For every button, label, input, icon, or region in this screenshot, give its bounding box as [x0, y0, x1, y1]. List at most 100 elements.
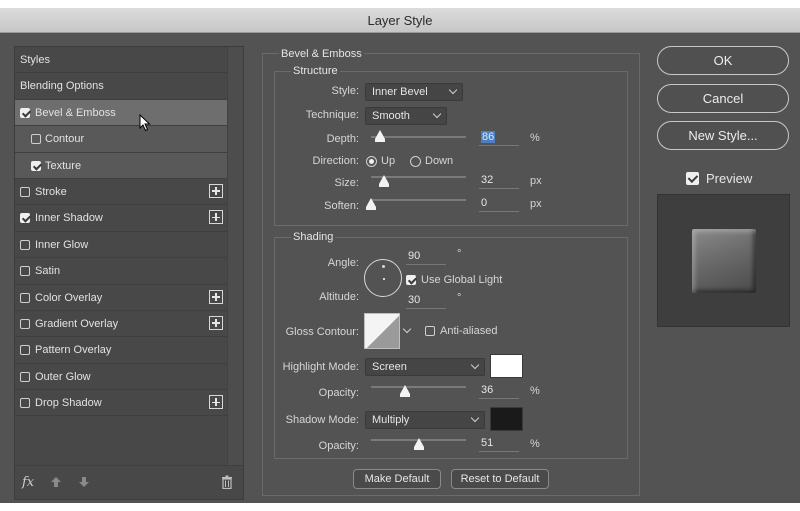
size-input-value: 32 — [481, 174, 494, 186]
size-slider-thumb[interactable] — [379, 175, 390, 187]
window-title: Layer Style — [367, 13, 433, 28]
style-select-value: Inner Bevel — [372, 86, 428, 98]
altitude-input[interactable]: 30 — [406, 292, 446, 309]
style-checkbox[interactable] — [20, 292, 30, 303]
highlight-opacity-slider-thumb[interactable] — [400, 385, 411, 397]
style-checkbox[interactable] — [20, 213, 30, 224]
styles-list-item-label: Contour — [45, 133, 85, 146]
style-checkbox[interactable] — [20, 107, 30, 118]
direction-down-radio[interactable] — [410, 156, 421, 167]
shadow-opacity-unit: % — [530, 438, 540, 450]
styles-list-item[interactable]: Gradient Overlay — [15, 311, 228, 338]
angle-input-value: 90 — [408, 250, 421, 262]
styles-list-item-label: Outer Glow — [35, 370, 91, 383]
altitude-input-value: 30 — [408, 294, 421, 306]
styles-list-item[interactable]: Inner Glow — [15, 232, 228, 259]
structure-title: Structure — [291, 65, 340, 77]
styles-list-item[interactable]: Inner Shadow — [15, 205, 228, 232]
reset-to-default-button[interactable]: Reset to Default — [451, 469, 549, 489]
soften-input-value: 0 — [481, 197, 488, 209]
styles-scrollbar[interactable] — [227, 47, 243, 465]
ok-button[interactable]: OK — [657, 46, 789, 75]
style-checkbox[interactable] — [20, 318, 30, 329]
angle-dial-marker — [382, 265, 385, 268]
depth-label: Depth: — [326, 133, 359, 145]
highlight-opacity-slider-track[interactable] — [371, 386, 466, 388]
depth-slider-track[interactable] — [371, 136, 466, 138]
styles-list-item[interactable]: Outer Glow — [15, 364, 228, 391]
highlight-opacity-input[interactable]: 36 — [479, 382, 519, 399]
styles-panel: Styles Blending Options Bevel & Emboss Cont… — [14, 46, 244, 500]
styles-list-item-label: Inner Shadow — [35, 212, 103, 225]
make-default-button[interactable]: Make Default — [353, 469, 441, 489]
trash-icon[interactable] — [221, 475, 233, 489]
highlight-color-swatch[interactable] — [490, 354, 523, 378]
soften-slider-thumb[interactable] — [366, 198, 376, 210]
preview-checkbox[interactable] — [686, 172, 699, 185]
chevron-down-icon[interactable] — [402, 324, 412, 334]
gloss-contour-label: Gloss Contour: — [285, 326, 359, 338]
arrow-down-icon[interactable] — [78, 476, 90, 488]
add-style-plus-icon[interactable] — [209, 315, 223, 330]
styles-list-item[interactable]: Stroke — [15, 179, 228, 206]
styles-list-item[interactable]: Satin — [15, 258, 228, 285]
styles-list-item[interactable]: Contour — [15, 126, 228, 153]
styles-list-item[interactable]: Texture — [15, 152, 228, 179]
styles-list-item[interactable]: Drop Shadow — [15, 390, 228, 417]
style-checkbox[interactable] — [20, 345, 30, 356]
style-checkbox[interactable] — [20, 186, 30, 197]
fx-icon[interactable]: fx — [22, 475, 34, 490]
depth-input-value: 86 — [481, 131, 496, 143]
styles-list-item[interactable]: Bevel & Emboss — [15, 99, 228, 127]
styles-list-item[interactable]: Color Overlay — [15, 285, 228, 311]
size-input[interactable]: 32 — [479, 172, 519, 189]
shadow-opacity-label: Opacity: — [318, 440, 359, 452]
add-style-plus-icon[interactable] — [209, 289, 223, 304]
add-style-plus-icon[interactable] — [209, 210, 223, 225]
style-checkbox[interactable] — [20, 371, 30, 382]
style-checkbox[interactable] — [31, 160, 41, 171]
style-checkbox[interactable] — [20, 398, 30, 409]
direction-up-radio[interactable] — [366, 156, 377, 167]
size-label: Size: — [334, 177, 359, 189]
new-style-button[interactable]: New Style... — [657, 121, 789, 150]
styles-list-item-label: Color Overlay — [35, 291, 103, 304]
title-bar[interactable]: Layer Style — [0, 8, 800, 33]
cancel-button[interactable]: Cancel — [657, 84, 789, 113]
highlight-opacity-value: 36 — [481, 384, 494, 396]
styles-list-item-label: Texture — [45, 159, 82, 172]
gloss-contour-picker[interactable] — [364, 313, 400, 349]
shadow-opacity-input[interactable]: 51 — [479, 435, 519, 452]
soften-slider-track[interactable] — [371, 199, 466, 201]
style-checkbox[interactable] — [31, 134, 41, 145]
add-style-plus-icon[interactable] — [209, 183, 223, 198]
styles-list-item[interactable]: Styles — [15, 47, 228, 74]
anti-aliased-checkbox[interactable] — [425, 326, 435, 336]
style-checkbox[interactable] — [20, 239, 30, 250]
depth-input[interactable]: 86 — [479, 129, 519, 146]
shadow-opacity-slider-thumb[interactable] — [414, 438, 425, 450]
shadow-mode-select[interactable]: Multiply — [365, 411, 485, 429]
shadow-mode-value: Multiply — [372, 414, 410, 426]
styles-list-item[interactable]: Blending Options — [15, 73, 228, 100]
style-checkbox[interactable] — [20, 266, 30, 277]
technique-select[interactable]: Smooth — [365, 107, 447, 125]
angle-label: Angle: — [327, 257, 359, 269]
add-style-plus-icon[interactable] — [209, 395, 223, 410]
shadow-mode-label: Shadow Mode: — [285, 414, 359, 426]
soften-input[interactable]: 0 — [479, 195, 519, 212]
style-select[interactable]: Inner Bevel — [365, 83, 463, 101]
arrow-up-icon[interactable] — [50, 476, 62, 488]
anti-aliased-label: Anti-aliased — [440, 325, 498, 337]
styles-list-item-label: Bevel & Emboss — [35, 106, 116, 119]
shadow-color-swatch[interactable] — [490, 407, 523, 431]
angle-input[interactable]: 90 — [406, 248, 446, 265]
angle-dial[interactable] — [364, 259, 402, 297]
styles-list-item[interactable]: Pattern Overlay — [15, 337, 228, 364]
angle-dial-center — [382, 277, 385, 280]
shading-group: Shading Angle: 90 ° Use Global Light Alt… — [274, 231, 628, 459]
highlight-mode-select[interactable]: Screen — [365, 358, 485, 376]
use-global-light-checkbox[interactable] — [406, 275, 416, 285]
depth-slider-thumb[interactable] — [374, 130, 385, 142]
chevron-down-icon — [448, 85, 458, 95]
